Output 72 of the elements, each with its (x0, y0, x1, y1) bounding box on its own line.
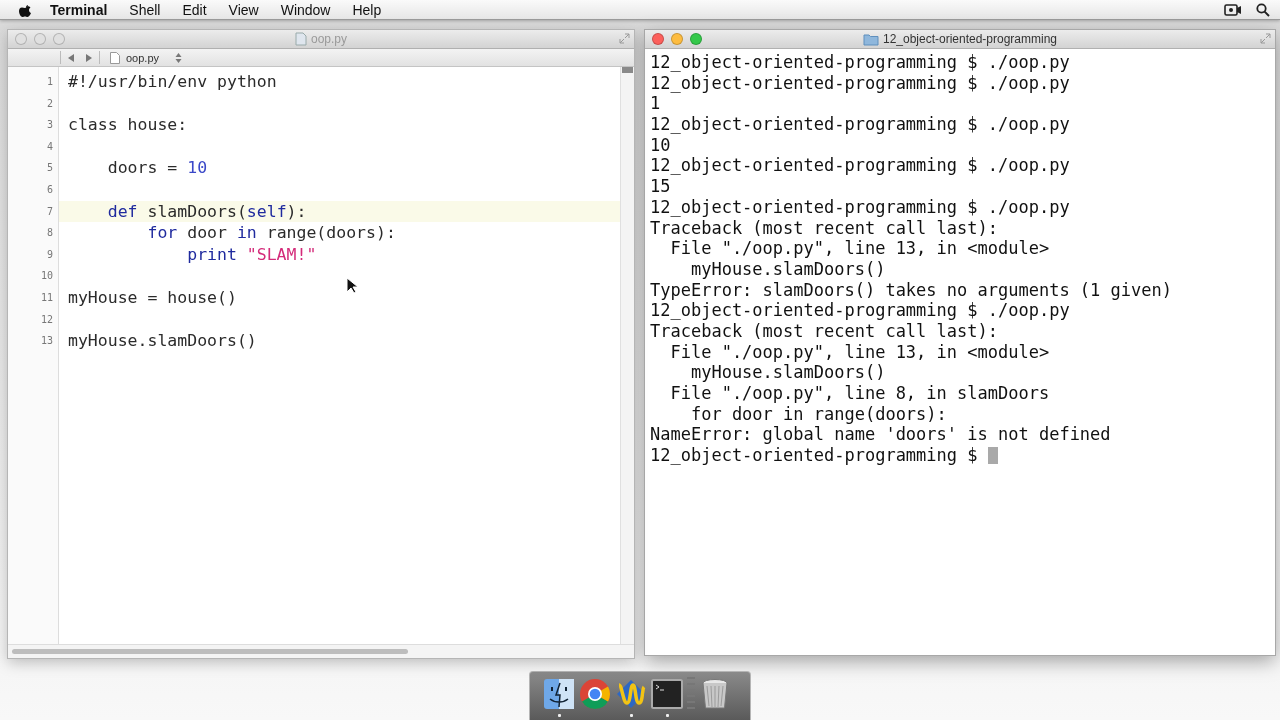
terminal-line: 12_object-oriented-programming $ ./oop.py (650, 155, 1070, 177)
line-number: 12 (39, 312, 54, 327)
file-menu-label[interactable]: oop.py (126, 51, 160, 64)
round-logo-icon[interactable] (578, 677, 612, 711)
running-indicator (665, 714, 669, 717)
scrollbar-thumb[interactable] (622, 67, 633, 73)
menu-item[interactable]: Help (341, 1, 393, 18)
menu-item[interactable]: Terminal (32, 1, 119, 18)
line-number: 1 (45, 75, 54, 89)
terminal-line: File "./oop.py", line 13, in <module> (669, 341, 1050, 363)
forward-arrow-icon[interactable] (85, 53, 93, 62)
terminal-line: 12_object-oriented-programming $ (650, 445, 978, 466)
terminal-line: TypeError: slamDoors() takes no arguments (1 given) (650, 279, 1172, 301)
terminal-line: 12_object-oriented-programming $ ./oop.py (650, 72, 1070, 94)
running-indicator (557, 714, 561, 717)
terminal-line: NameError: global name 'doors' is not defined (650, 424, 1111, 446)
window-title: 12_object-oriented-programming (882, 32, 1058, 46)
running-indicator (629, 714, 633, 717)
terminal-line: 10 (650, 134, 671, 156)
code-line: doors = 10 (106, 157, 209, 179)
line-number: 13 (39, 334, 54, 349)
video-camera-icon[interactable] (1224, 3, 1242, 16)
terminal-line: 12_object-oriented-programming $ ./oop.py (650, 114, 1070, 135)
line-number: 8 (45, 226, 54, 241)
up-down-arrows-icon[interactable] (175, 52, 183, 63)
terminal-line: 12_object-oriented-programming $ ./oop.py (650, 300, 1070, 321)
code-line: for door in range(doors): (146, 222, 397, 244)
line-number: 7 (45, 204, 54, 219)
terminal-line: File "./oop.py", line 13, in <module> (669, 238, 1050, 259)
code-line: print "SLAM!" (186, 243, 318, 266)
line-number: 11 (39, 290, 54, 305)
line-number: 5 (45, 161, 54, 176)
menu-item[interactable]: Edit (171, 1, 218, 18)
terminal-line: 15 (650, 176, 671, 197)
menu-item[interactable]: View (217, 1, 270, 18)
terminal-line: Traceback (most recent call last): (650, 217, 998, 239)
minimize-button[interactable] (671, 33, 683, 45)
menu-item[interactable]: Window (269, 1, 342, 18)
line-number: 3 (45, 118, 54, 133)
line-number: 2 (45, 96, 54, 111)
mouse-pointer-icon (346, 277, 358, 294)
back-arrow-icon[interactable] (67, 53, 75, 62)
close-button[interactable] (652, 33, 664, 45)
terminal-line: 12_object-oriented-programming $ ./oop.py (650, 196, 1070, 218)
window-title: oop.py (311, 32, 347, 46)
terminal-line: for door in range(doors): (689, 403, 947, 425)
terminal-cursor (987, 446, 998, 464)
terminal-line: myHouse.slamDoors() (689, 362, 886, 383)
terminal-line: Traceback (most recent call last): (650, 320, 998, 342)
terminal-line: 12_object-oriented-programming $ ./oop.py (650, 52, 1070, 73)
terminal-line: myHouse.slamDoors() (689, 258, 886, 280)
line-number: 6 (45, 182, 54, 197)
menu-item[interactable]: Shell (118, 1, 172, 18)
terminal-icon[interactable] (650, 677, 684, 711)
fullscreen-icon[interactable] (1260, 33, 1271, 44)
line-number: 10 (39, 269, 54, 284)
document-icon (295, 32, 307, 46)
terminal-line: File "./oop.py", line 8, in slamDoors (669, 383, 1050, 404)
face-icon[interactable] (542, 677, 576, 711)
document-icon (110, 51, 120, 64)
scrollbar-thumb[interactable] (12, 649, 408, 654)
search-icon[interactable] (1256, 2, 1270, 17)
line-number: 4 (45, 139, 54, 154)
code-line: class house: (67, 114, 189, 136)
code-line: #!/usr/bin/env python (67, 71, 278, 93)
folder-icon (862, 32, 879, 46)
line-number: 9 (45, 247, 54, 262)
terminal-line: 1 (650, 93, 661, 115)
code-line: myHouse.slamDoors() (67, 330, 258, 352)
code-line: myHouse = house() (67, 286, 238, 309)
fullscreen-icon[interactable] (619, 33, 630, 44)
zoom-button[interactable] (690, 33, 702, 45)
